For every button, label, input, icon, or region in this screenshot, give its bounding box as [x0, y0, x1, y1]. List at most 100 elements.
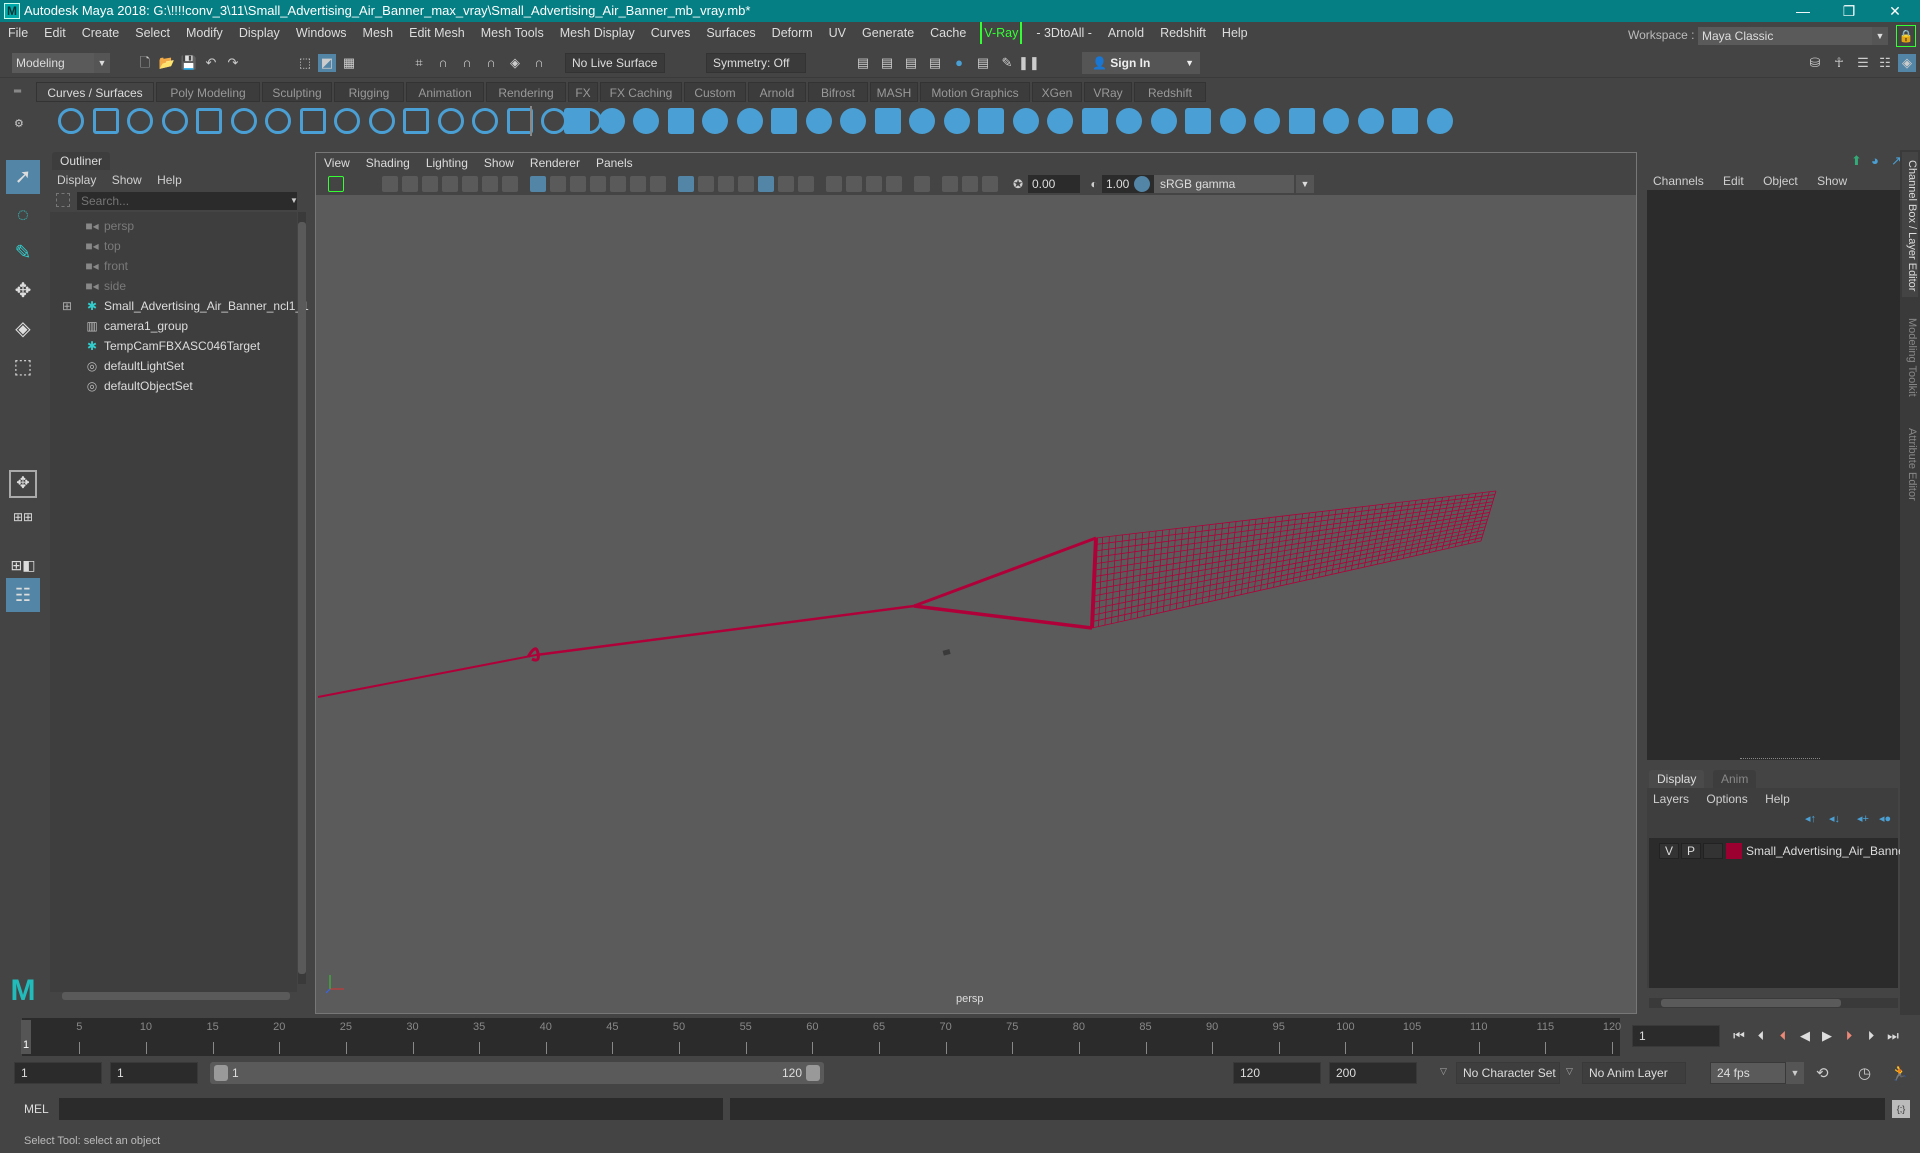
lock-icon[interactable]: 🔒 — [1896, 25, 1916, 47]
character-set-field[interactable]: No Character Set — [1456, 1062, 1560, 1084]
menu-deform[interactable]: Deform — [764, 22, 821, 44]
menu-redshift[interactable]: Redshift — [1152, 22, 1214, 44]
outliner-item[interactable]: ■◂ side — [84, 276, 126, 296]
menu-create[interactable]: Create — [74, 22, 128, 44]
symmetry-field[interactable]: Symmetry: Off — [706, 53, 806, 73]
menu-help[interactable]: Help — [1214, 22, 1256, 44]
move-layer-down-icon[interactable]: ◂↓ — [1829, 812, 1840, 825]
render-settings-icon[interactable]: ▤ — [854, 54, 872, 72]
viewport-menu-lighting[interactable]: Lighting — [418, 153, 476, 173]
layer-tab-anim[interactable]: Anim — [1713, 770, 1757, 788]
viewport-menu-panels[interactable]: Panels — [588, 153, 641, 173]
bezier-curve-icon[interactable] — [196, 108, 222, 134]
play-forward-icon[interactable]: ▶ — [1818, 1026, 1836, 1046]
nurbs-torus-icon[interactable] — [736, 108, 763, 134]
loop-icon[interactable]: ⟲ — [1816, 1064, 1829, 1082]
shelf-tab-bifrost[interactable]: Bifrost — [808, 82, 868, 102]
rebuild-surface-icon[interactable] — [1288, 108, 1315, 134]
boundary-icon[interactable] — [943, 108, 970, 134]
layer-name[interactable]: Small_Advertising_Air_Banner — [1746, 842, 1909, 860]
menu-edit-mesh[interactable]: Edit Mesh — [401, 22, 473, 44]
outliner-item[interactable]: ⊞ ✱ Small_Advertising_Air_Banner_ncl1_1 — [62, 296, 309, 316]
menu-mesh[interactable]: Mesh — [355, 22, 402, 44]
align-curves-icon[interactable] — [472, 108, 498, 134]
menu-cache[interactable]: Cache — [922, 22, 974, 44]
anti-aliasing-icon[interactable] — [866, 176, 882, 192]
nurbs-cube-icon[interactable] — [598, 108, 625, 134]
outliner-item[interactable]: ■◂ top — [84, 236, 120, 256]
curve-fillet-icon[interactable] — [506, 108, 533, 134]
go-to-end-icon[interactable]: ⏭ — [1884, 1026, 1902, 1046]
safe-action-icon[interactable] — [630, 176, 646, 192]
menu-file[interactable]: File — [0, 22, 36, 44]
shelf-tab-rigging[interactable]: Rigging — [334, 82, 404, 102]
chevron-down-icon[interactable]: ▼ — [1296, 175, 1314, 193]
nurbs-square-icon[interactable] — [92, 108, 119, 134]
save-scene-icon[interactable]: 💾 — [180, 54, 198, 72]
workspace-select[interactable]: Maya Classic ▼ — [1698, 27, 1888, 45]
chevron-down-icon[interactable]: ▼ — [1786, 1062, 1804, 1084]
anim-start-field[interactable]: 1 — [14, 1062, 102, 1084]
anim-end-field[interactable]: 200 — [1329, 1062, 1417, 1084]
viewport-menu-view[interactable]: View — [316, 153, 358, 173]
isolate-select-icon[interactable] — [914, 176, 930, 192]
film-gate-icon[interactable] — [550, 176, 566, 192]
birail-icon[interactable] — [909, 108, 935, 134]
wireframe-on-shaded-icon[interactable] — [738, 176, 754, 192]
range-slider[interactable]: 1 120 — [210, 1062, 824, 1084]
shelf-tab-mash[interactable]: MASH — [870, 82, 918, 102]
playback-end-field[interactable]: 120 — [1233, 1062, 1321, 1084]
safe-title-icon[interactable] — [650, 176, 666, 192]
offset-curve-icon[interactable] — [437, 108, 464, 134]
rotate-tool-icon[interactable]: ◈ — [6, 312, 40, 346]
tool-settings-icon[interactable]: ☷ — [1876, 54, 1894, 72]
restore-button[interactable]: ❐ — [1826, 0, 1872, 22]
rebuild-curve-icon[interactable] — [403, 108, 429, 134]
single-perspective-layout-icon[interactable]: ✥ — [9, 470, 37, 498]
shelf-tab-curves-surfaces[interactable]: Curves / Surfaces — [36, 82, 154, 102]
nurbs-cone-icon[interactable] — [667, 108, 694, 134]
menu-vray[interactable]: V-Ray — [980, 22, 1023, 44]
color-management-toggle-icon[interactable] — [1134, 176, 1150, 192]
sign-in-button[interactable]: 👤 Sign In ▼ — [1082, 52, 1200, 74]
textured-icon[interactable] — [758, 176, 774, 192]
move-layer-up-icon[interactable]: ◂↑ — [1805, 812, 1816, 825]
arc-icon[interactable] — [265, 108, 291, 134]
side-tab-channel-box[interactable]: Channel Box / Layer Editor — [1902, 152, 1918, 297]
nurbs-cylinder-icon[interactable] — [633, 108, 659, 134]
outliner-search-input[interactable] — [77, 192, 297, 210]
character-set-dropdown-icon[interactable]: ▽ — [1440, 1066, 1447, 1077]
trim-icon[interactable] — [1047, 108, 1073, 134]
viewport-menu-renderer[interactable]: Renderer — [522, 153, 588, 173]
shelf-tab-motion-graphics[interactable]: Motion Graphics — [920, 82, 1030, 102]
detach-curves-icon[interactable] — [368, 108, 395, 134]
outliner-item[interactable]: ◎ defaultObjectSet — [84, 376, 193, 396]
four-view-layout-icon[interactable]: ⊞⊞ — [6, 510, 40, 544]
shelf-tab-sculpting[interactable]: Sculpting — [262, 82, 332, 102]
outliner-menu-show[interactable]: Show — [106, 173, 148, 187]
smooth-surface-icon[interactable] — [1392, 108, 1418, 134]
new-layer-selected-icon[interactable]: ◂● — [1879, 812, 1891, 825]
menu-uv[interactable]: UV — [821, 22, 854, 44]
viewport-persp[interactable]: View Shading Lighting Show Renderer Panels ✪ — [315, 152, 1637, 1014]
layer-hscrollbar[interactable] — [1649, 998, 1898, 1008]
select-hierarchy-icon[interactable]: ⬚ — [296, 54, 314, 72]
project-curve-icon[interactable] — [1116, 108, 1142, 134]
redo-icon[interactable]: ↷ — [224, 54, 242, 72]
new-scene-icon[interactable]: 🗋 — [136, 54, 154, 72]
command-input[interactable] — [59, 1098, 723, 1120]
outliner-menu-help[interactable]: Help — [151, 173, 188, 187]
pencil-curve-icon[interactable] — [161, 108, 188, 134]
side-tab-attribute-editor[interactable]: Attribute Editor — [1902, 420, 1918, 520]
shelf-menu-icon[interactable]: ═ — [14, 86, 26, 98]
viewport-menu-show[interactable]: Show — [476, 153, 522, 173]
hypershade-icon[interactable]: ● — [950, 54, 968, 72]
shelf-tab-rendering[interactable]: Rendering — [486, 82, 566, 102]
persp-outliner-layout-icon[interactable]: ⊞◧ — [6, 548, 40, 582]
go-to-start-icon[interactable]: ⏮ — [1730, 1026, 1748, 1046]
step-forward-frame-icon[interactable]: ⏵ — [1840, 1026, 1858, 1046]
open-scene-icon[interactable]: 📂 — [158, 54, 176, 72]
ipr-render-icon[interactable]: ▤ — [902, 54, 920, 72]
menu-mesh-display[interactable]: Mesh Display — [552, 22, 643, 44]
outliner-menu-display[interactable]: Display — [50, 173, 102, 187]
